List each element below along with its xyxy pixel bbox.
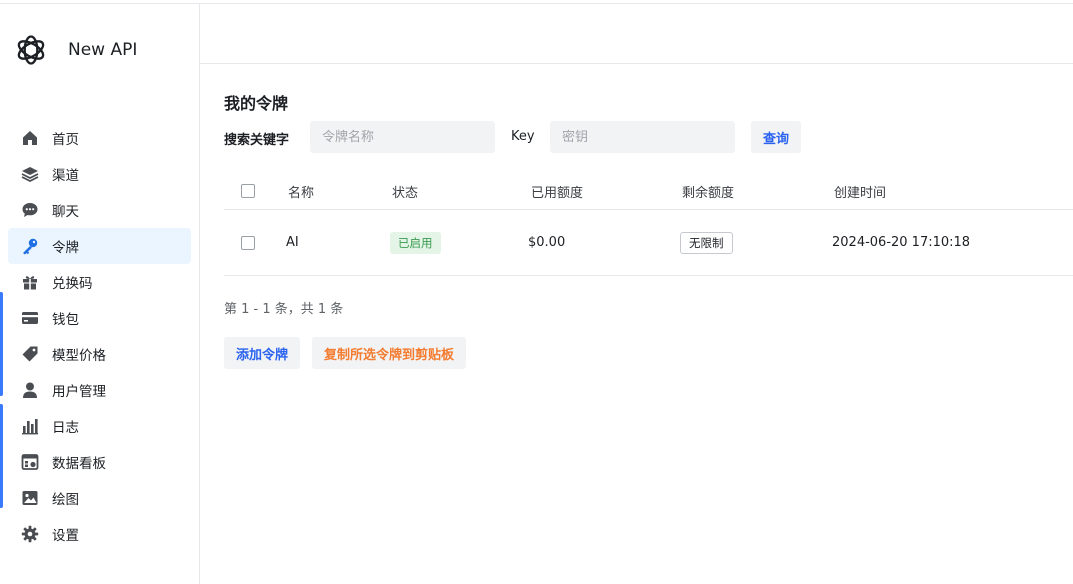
used-quota-cell: $0.00 <box>528 235 566 250</box>
image-icon <box>21 489 39 507</box>
sidebar-item-label: 数据看板 <box>52 456 106 472</box>
openai-logo-icon <box>17 35 45 65</box>
sidebar-item-label: 渠道 <box>52 168 79 184</box>
add-token-button[interactable]: 添加令牌 <box>224 337 301 369</box>
sidebar-item-redeem-codes[interactable]: 兑换码 <box>8 264 191 300</box>
sidebar-item-label: 用户管理 <box>52 384 106 400</box>
home-icon <box>21 129 39 147</box>
sidebar-item-label: 兑换码 <box>52 276 93 292</box>
table-header-divider <box>224 209 1073 210</box>
sidebar-item-user-management[interactable]: 用户管理 <box>8 372 191 408</box>
sidebar-item-label: 设置 <box>52 528 79 544</box>
sidebar-item-channels[interactable]: 渠道 <box>8 156 191 192</box>
sidebar-item-tokens[interactable]: 令牌 <box>8 228 191 264</box>
page-title: 我的令牌 <box>224 94 289 113</box>
pagination-info: 第 1 - 1 条，共 1 条 <box>224 302 344 317</box>
sidebar-item-chat[interactable]: 聊天 <box>8 192 191 228</box>
search-keyword-label: 搜索关键字 <box>224 133 290 148</box>
key-input[interactable] <box>550 121 735 153</box>
sidebar-item-label: 首页 <box>52 132 79 148</box>
copy-selected-tokens-button[interactable]: 复制所选令牌到剪贴板 <box>312 337 467 369</box>
status-badge: 已启用 <box>390 232 441 254</box>
column-header-used-quota: 已用额度 <box>531 186 584 201</box>
credit-card-icon <box>21 309 39 327</box>
sidebar-item-model-pricing[interactable]: 模型价格 <box>8 336 191 372</box>
query-button[interactable]: 查询 <box>751 121 802 153</box>
sidebar-scroll-indicator <box>0 404 3 508</box>
header-bar <box>200 4 1073 64</box>
sidebar-item-label: 日志 <box>52 420 79 436</box>
remaining-quota-tag: 无限制 <box>680 232 733 254</box>
chat-icon <box>21 201 39 219</box>
created-time-cell: 2024-06-20 17:10:18 <box>832 235 971 250</box>
sidebar-item-label: 令牌 <box>52 240 79 256</box>
sidebar-item-label: 钱包 <box>52 312 79 328</box>
token-name-input[interactable] <box>310 121 495 153</box>
key-icon <box>21 237 39 255</box>
layers-icon <box>21 165 39 183</box>
table-row-divider <box>224 275 1073 276</box>
gift-icon <box>21 273 39 291</box>
sidebar-item-label: 模型价格 <box>52 348 106 364</box>
row-checkbox[interactable] <box>241 236 255 250</box>
price-tag-icon <box>21 345 39 363</box>
sidebar-item-settings[interactable]: 设置 <box>8 516 191 552</box>
sidebar-item-wallet[interactable]: 钱包 <box>8 300 191 336</box>
sidebar-scroll-indicator <box>0 292 3 396</box>
key-label: Key <box>511 129 535 144</box>
bar-chart-icon <box>21 417 39 435</box>
column-header-status: 状态 <box>392 186 419 201</box>
sidebar-item-logs[interactable]: 日志 <box>8 408 191 444</box>
column-header-remaining-quota: 剩余额度 <box>682 186 735 201</box>
select-all-checkbox[interactable] <box>241 184 255 198</box>
sidebar-item-label: 聊天 <box>52 204 79 220</box>
column-header-created-time: 创建时间 <box>834 186 887 201</box>
sidebar-item-drawing[interactable]: 绘图 <box>8 480 191 516</box>
dashboard-icon <box>21 453 39 471</box>
token-name-cell: AI <box>286 235 299 250</box>
user-icon <box>21 381 39 399</box>
sidebar-item-home[interactable]: 首页 <box>8 120 191 156</box>
brand-name: New API <box>68 40 138 60</box>
column-header-name: 名称 <box>288 186 315 201</box>
sidebar-item-label: 绘图 <box>52 492 79 508</box>
gear-icon <box>21 525 39 543</box>
sidebar-item-dashboard[interactable]: 数据看板 <box>8 444 191 480</box>
